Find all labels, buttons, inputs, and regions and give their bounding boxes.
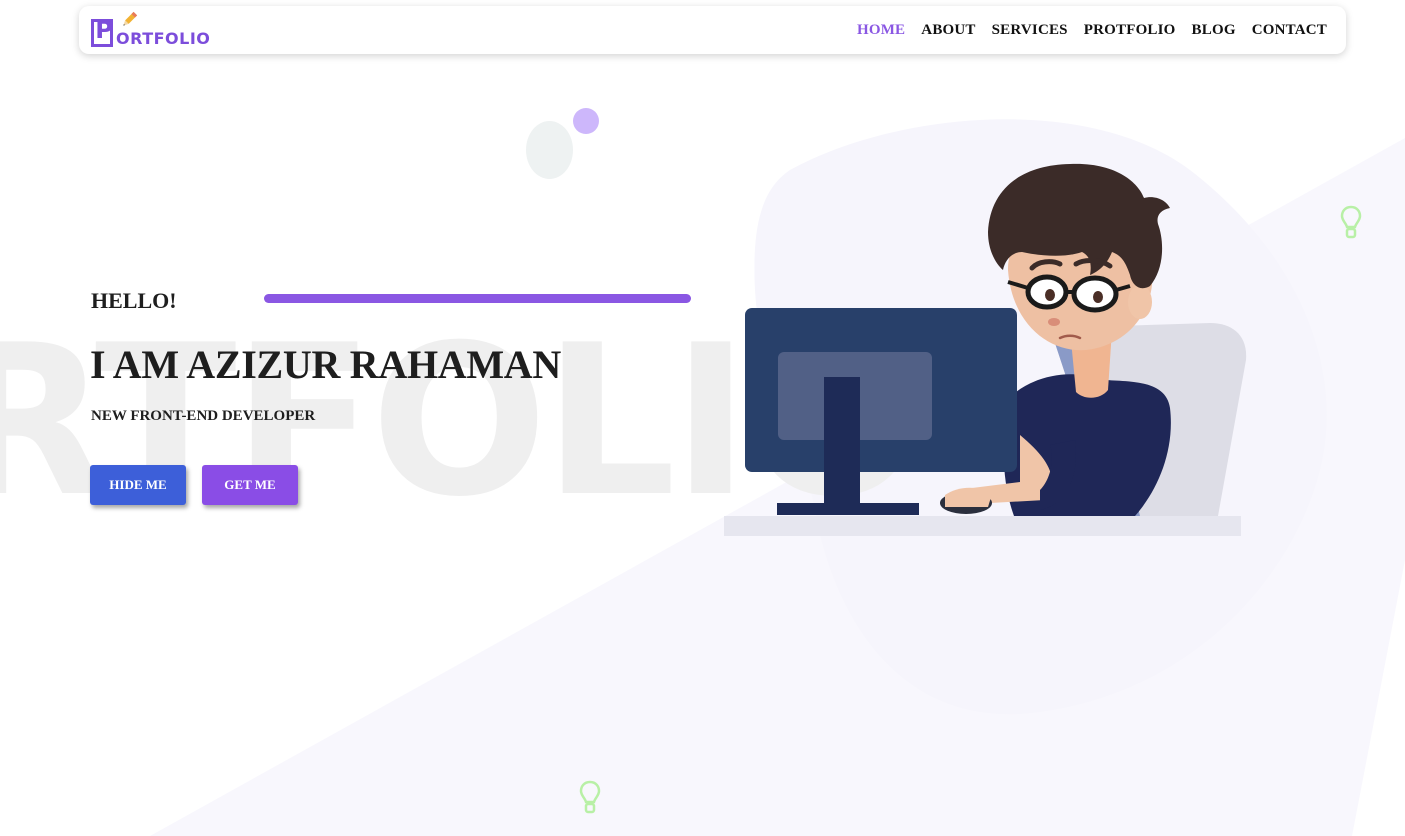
nav-link-about[interactable]: ABOUT	[921, 22, 975, 39]
lightbulb-icon	[579, 780, 601, 814]
greeting-underline-bar	[264, 294, 691, 303]
nav-link-blog[interactable]: BLOG	[1192, 22, 1236, 39]
pencil-icon	[123, 11, 138, 26]
nav-menu: HOME ABOUT SERVICES PROTFOLIO BLOG CONTA…	[857, 22, 1327, 39]
hero-role: NEW FRONT-END DEVELOPER	[91, 408, 316, 424]
nav-link-contact[interactable]: CONTACT	[1252, 22, 1327, 39]
nav-link-services[interactable]: SERVICES	[992, 22, 1068, 39]
logo-letter: P	[95, 16, 113, 44]
decorative-dot-purple	[573, 108, 599, 134]
hero-greeting: HELLO!	[91, 288, 177, 313]
decorative-dot-grey	[526, 121, 573, 179]
nav-link-home[interactable]: HOME	[857, 22, 905, 39]
logo-text: ORTFOLIO	[116, 29, 211, 48]
nav-link-portfolio[interactable]: PROTFOLIO	[1084, 22, 1176, 39]
lightbulb-icon	[1340, 205, 1362, 239]
hide-me-button[interactable]: HIDE ME	[90, 465, 186, 505]
get-me-button[interactable]: GET ME	[202, 465, 298, 505]
hero-name: I AM AZIZUR RAHAMAN	[90, 342, 561, 387]
developer-illustration	[724, 163, 1247, 536]
brand-logo[interactable]: P ORTFOLIO	[89, 11, 219, 50]
navbar: P ORTFOLIO HOME ABOUT SERVICES PROTFOLIO…	[79, 6, 1346, 54]
